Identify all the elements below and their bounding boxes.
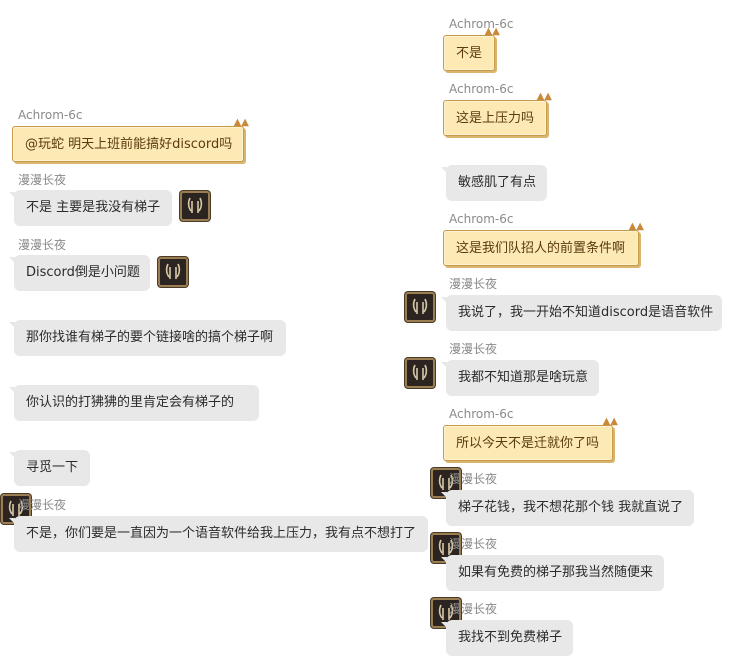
message-bubble[interactable]: 我找不到免费梯子 bbox=[441, 620, 573, 656]
message-text: 寻觅一下 bbox=[26, 460, 79, 475]
message-text: 所以今天不是迁就你了吗 bbox=[456, 436, 600, 451]
sender-name: 漫漫长夜 bbox=[449, 277, 498, 291]
message-bubble[interactable]: Discord倒是小问题 bbox=[9, 255, 150, 291]
message-bubble[interactable]: 那你找谁有梯子的要个链接啥的搞个梯子啊 bbox=[9, 320, 286, 356]
sender-name: 漫漫长夜 bbox=[18, 173, 67, 187]
cat-ear-icon: ▲▲ bbox=[536, 91, 552, 102]
message-bubble[interactable]: 我说了，我一开始不知道discord是语音软件 bbox=[441, 295, 722, 331]
cat-ear-icon: ▲▲ bbox=[233, 117, 249, 128]
message-bubble[interactable]: 这是上压力吗 ▲▲ bbox=[443, 92, 552, 136]
message-bubble[interactable]: 我都不知道那是啥玩意 bbox=[441, 360, 599, 396]
sender-name: 漫漫长夜 bbox=[18, 238, 67, 252]
message-text: @玩蛇 明天上班前能搞好discord吗 bbox=[25, 137, 233, 152]
cat-ear-icon: ▲▲ bbox=[602, 416, 618, 427]
message-text: Discord倒是小问题 bbox=[26, 265, 140, 280]
rune-avatar-icon[interactable] bbox=[405, 358, 435, 388]
message-text: 这是上压力吗 bbox=[456, 111, 535, 126]
rune-avatar-icon[interactable] bbox=[405, 292, 435, 322]
sender-name: 漫漫长夜 bbox=[449, 602, 498, 616]
cat-ear-icon: ▲▲ bbox=[628, 221, 644, 232]
rune-avatar-icon[interactable] bbox=[158, 257, 188, 287]
message-bubble[interactable]: 不是 主要是我没有梯子 bbox=[9, 190, 172, 226]
message-bubble[interactable]: 所以今天不是迁就你了吗 ▲▲ bbox=[443, 417, 618, 461]
sender-name: 漫漫长夜 bbox=[449, 537, 498, 551]
message-text: 我说了，我一开始不知道discord是语音软件 bbox=[458, 305, 714, 320]
message-text: 我找不到免费梯子 bbox=[458, 630, 563, 645]
sender-name: 漫漫长夜 bbox=[18, 498, 67, 512]
sender-name: 漫漫长夜 bbox=[449, 472, 498, 486]
message-bubble[interactable]: 梯子花钱，我不想花那个钱 我就直说了 bbox=[441, 490, 694, 526]
sender-name: Achrom-6c bbox=[449, 212, 514, 226]
message-text: 敏感肌了有点 bbox=[458, 175, 537, 190]
cat-ear-icon: ▲▲ bbox=[484, 26, 500, 37]
message-text: 这是我们队招人的前置条件啊 bbox=[456, 241, 626, 256]
message-text: 你认识的打狒狒的里肯定会有梯子的 bbox=[26, 395, 235, 410]
rune-avatar-icon[interactable] bbox=[180, 191, 210, 221]
message-text: 梯子花钱，我不想花那个钱 我就直说了 bbox=[458, 500, 684, 515]
sender-name: Achrom-6c bbox=[18, 108, 83, 122]
message-text: 如果有免费的梯子那我当然随便来 bbox=[458, 565, 654, 580]
message-text: 不是，你们要是一直因为一个语音软件给我上压力，我有点不想打了 bbox=[26, 526, 417, 541]
message-bubble[interactable]: 寻觅一下 bbox=[9, 450, 90, 486]
message-bubble[interactable]: 不是，你们要是一直因为一个语音软件给我上压力，我有点不想打了 bbox=[9, 516, 428, 552]
sender-name: Achrom-6c bbox=[449, 82, 514, 96]
message-text: 不是 bbox=[456, 46, 483, 61]
sender-name: 漫漫长夜 bbox=[449, 342, 498, 356]
sender-name: Achrom-6c bbox=[449, 17, 514, 31]
sender-name: Achrom-6c bbox=[449, 407, 514, 421]
message-bubble[interactable]: 敏感肌了有点 bbox=[441, 165, 547, 201]
message-bubble[interactable]: @玩蛇 明天上班前能搞好discord吗 ▲▲ bbox=[12, 118, 249, 162]
message-text: 那你找谁有梯子的要个链接啥的搞个梯子啊 bbox=[26, 330, 274, 345]
message-bubble[interactable]: 你认识的打狒狒的里肯定会有梯子的 bbox=[9, 385, 259, 421]
message-text: 我都不知道那是啥玩意 bbox=[458, 370, 589, 385]
message-text: 不是 主要是我没有梯子 bbox=[26, 200, 161, 215]
message-bubble[interactable]: 这是我们队招人的前置条件啊 ▲▲ bbox=[443, 222, 644, 266]
message-bubble[interactable]: 不是 ▲▲ bbox=[443, 27, 500, 71]
message-bubble[interactable]: 如果有免费的梯子那我当然随便来 bbox=[441, 555, 664, 591]
